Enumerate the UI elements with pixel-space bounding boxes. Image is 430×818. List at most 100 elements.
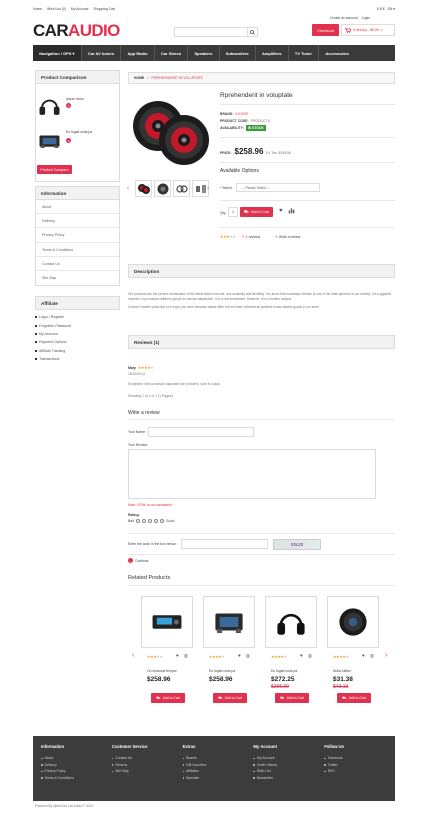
description-tab[interactable]: Description [128, 264, 395, 278]
compare-item[interactable] [37, 93, 62, 118]
language-switcher[interactable]: EN ▾ [388, 7, 395, 11]
nav-item[interactable]: Car Stereo [155, 45, 189, 61]
footer-link[interactable]: Site Map [111, 768, 183, 775]
rating-radio[interactable] [160, 519, 165, 523]
option-select[interactable]: --- Please Select --- [236, 183, 320, 192]
footer-link[interactable]: Privacy Policy [41, 768, 112, 775]
info-menu-item[interactable]: Terms & Conditions [36, 243, 119, 257]
create-account-link[interactable]: Create an account [330, 16, 358, 20]
product-compare-button[interactable]: Product Compare [37, 165, 72, 174]
add-to-cart-button[interactable]: ⛟ Add to Cart [240, 207, 273, 217]
compare-icon[interactable]: ▥ [246, 653, 250, 658]
affiliate-menu-item[interactable]: Login / Register [35, 313, 120, 321]
qty-input[interactable]: 1 [228, 207, 238, 217]
breadcrumb-current[interactable]: RPREHENDERIT IN VOLUPTATE [151, 76, 203, 80]
rating-radio[interactable] [142, 519, 147, 523]
cart-button[interactable]: 0 item(s) - $0.00 ▾ [341, 24, 395, 36]
compare-icon[interactable]: ▥ [370, 653, 374, 658]
related-add-to-cart-button[interactable]: ⛟ Add to Cart [151, 693, 185, 703]
related-add-to-cart-button[interactable]: ⛟ Add to Cart [337, 693, 371, 703]
search-button[interactable] [247, 28, 257, 36]
footer-link[interactable]: Newsletter [253, 775, 324, 782]
related-product-name[interactable]: Nulla fuffaci [333, 669, 351, 673]
affiliate-menu-item[interactable]: My Account [35, 330, 120, 338]
info-menu-item[interactable]: Contact Us [36, 257, 119, 271]
nav-item[interactable]: TV Tuner [289, 45, 320, 61]
compare-item-name[interactable]: Eu fugiat nulla pa [66, 130, 92, 134]
brand-link[interactable]: KICKER [235, 112, 248, 116]
compare-icon[interactable]: ▥ [184, 653, 188, 658]
currency-switcher[interactable]: £ $ € [377, 7, 385, 11]
remove-compare-button[interactable]: × [66, 138, 71, 143]
wishlist-button[interactable]: ♥ [279, 208, 283, 214]
thumb-prev-arrow[interactable]: ‹ [127, 186, 129, 192]
heart-icon[interactable]: ♥ [300, 653, 303, 658]
affiliate-menu-item[interactable]: Transactions [35, 355, 120, 363]
name-input[interactable] [148, 427, 254, 437]
home-link[interactable]: Home [33, 7, 42, 11]
breadcrumb-home[interactable]: HOME [134, 76, 144, 80]
related-product-name[interactable]: Eu fugiat nulla pa [271, 669, 297, 673]
continue-button[interactable]: › Continue [128, 558, 149, 563]
compare-button[interactable] [288, 207, 295, 215]
nav-item[interactable]: Accessories [319, 45, 355, 61]
footer-link[interactable]: RSS [324, 768, 395, 775]
product-main-image[interactable] [128, 90, 212, 174]
footer-link[interactable]: Order History [253, 762, 324, 769]
related-product-image[interactable] [141, 596, 193, 648]
rating-radio[interactable] [154, 519, 159, 523]
nav-item[interactable]: Navigation / GPS ▾ [33, 45, 82, 61]
compare-item[interactable] [37, 128, 62, 153]
footer-link[interactable]: My Account [253, 755, 324, 762]
rating-radio[interactable] [136, 519, 141, 523]
related-product-image[interactable] [265, 596, 317, 648]
login-link[interactable]: Login [362, 16, 370, 20]
nav-item[interactable]: Amplifiers [256, 45, 289, 61]
footer-link[interactable]: Affiliates [182, 768, 254, 775]
related-add-to-cart-button[interactable]: ⛟ Add to Cart [213, 693, 247, 703]
reviews-link[interactable]: ✎ 1 reviews [242, 235, 260, 239]
nav-item[interactable]: Subwoofers [220, 45, 256, 61]
product-thumbnail[interactable] [135, 180, 152, 197]
write-review-link[interactable]: ✎ Write a review [275, 235, 300, 239]
nav-item[interactable]: Speakers [188, 45, 220, 61]
heart-icon[interactable]: ♥ [176, 653, 179, 658]
shopping-cart-link[interactable]: Shopping Cart [93, 7, 115, 11]
footer-link[interactable]: Twitter [324, 762, 395, 769]
related-product-image[interactable] [327, 596, 379, 648]
footer-link[interactable]: About [41, 755, 112, 762]
footer-link[interactable]: Brands [182, 755, 254, 762]
review-textarea[interactable] [128, 449, 376, 499]
info-menu-item[interactable]: Site Map [36, 271, 119, 285]
reviews-tab[interactable]: Reviews (1) [128, 335, 395, 349]
footer-link[interactable]: Returns [111, 762, 183, 769]
related-product-name[interactable]: Oo eiusmod tempor [147, 669, 177, 673]
remove-compare-button[interactable]: × [66, 103, 71, 108]
heart-icon[interactable]: ♥ [362, 653, 365, 658]
product-thumbnail[interactable] [154, 180, 171, 197]
related-product-image[interactable] [203, 596, 255, 648]
my-account-link[interactable]: My Account [71, 7, 89, 11]
rating-radio[interactable] [148, 519, 153, 523]
footer-link[interactable]: Wish List [253, 768, 324, 775]
logo[interactable]: CARAUDIO [33, 22, 120, 40]
search-input[interactable] [175, 28, 247, 36]
heart-icon[interactable]: ♥ [238, 653, 241, 658]
footer-link[interactable]: Contact Us [111, 755, 183, 762]
related-add-to-cart-button[interactable]: ⛟ Add to Cart [275, 693, 309, 703]
related-product-name[interactable]: Eu fugiat nulla pa [209, 669, 235, 673]
related-next-arrow[interactable]: › [385, 652, 387, 659]
affiliate-menu-item[interactable]: Payment Options [35, 338, 120, 346]
compare-item-name[interactable]: Ipsum dolor [66, 97, 84, 101]
compare-icon[interactable]: ▥ [308, 653, 312, 658]
checkout-button[interactable]: Checkout [312, 24, 339, 36]
nav-item[interactable]: Car AV tuners [82, 45, 122, 61]
footer-link[interactable]: Gift Vouchers [182, 762, 254, 769]
product-thumbnail[interactable] [173, 180, 190, 197]
footer-link[interactable]: Facebook [324, 755, 395, 762]
info-menu-item[interactable]: Privacy Policy [36, 228, 119, 243]
footer-link[interactable]: Specials [182, 775, 254, 782]
info-menu-item[interactable]: Delivery [36, 214, 119, 229]
thumb-next-arrow[interactable]: › [207, 186, 209, 192]
info-menu-item[interactable]: About [36, 200, 119, 215]
